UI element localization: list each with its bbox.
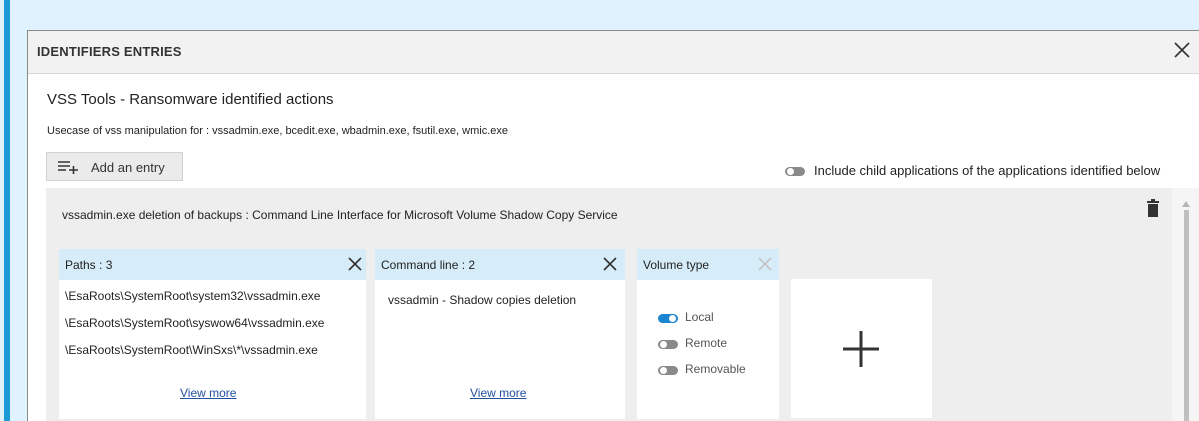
add-entry-label: Add an entry [91,160,165,175]
add-criterion-button[interactable] [791,279,932,418]
command-line-header-label: Command line : 2 [381,258,476,272]
plus-icon [843,331,879,367]
volume-removable-label: Removable [685,362,746,376]
paths-card-header: Paths : 3 [59,249,366,280]
close-icon [756,255,774,273]
paths-header-label: Paths : 3 [65,258,113,272]
close-icon[interactable] [1171,39,1193,61]
dialog-header: IDENTIFIERS ENTRIES [28,31,1199,74]
include-child-toggle[interactable] [785,167,805,176]
entry-title: vssadmin.exe deletion of backups : Comma… [62,208,618,222]
add-list-icon [58,160,78,174]
close-icon[interactable] [601,255,619,273]
volume-local-toggle[interactable] [658,314,678,323]
volume-type-header-label: Volume type [643,258,710,272]
volume-remote-toggle[interactable] [658,340,678,349]
command-line-card: Command line : 2 vssadmin - Shadow copie… [375,249,625,419]
accent-bar [4,0,10,421]
scroll-up-icon[interactable] [1182,194,1190,207]
command-line-view-more-link[interactable]: View more [470,386,526,400]
command-line-item: vssadmin - Shadow copies deletion [388,293,577,307]
dialog-title: IDENTIFIERS ENTRIES [37,44,182,59]
paths-card: Paths : 3 \EsaRoots\SystemRoot\system32\… [59,249,366,419]
command-line-card-header: Command line : 2 [375,249,625,280]
close-icon[interactable] [346,255,364,273]
identifier-name: VSS Tools - Ransomware identified action… [47,91,334,108]
path-item: \EsaRoots\SystemRoot\WinSxs\*\vssadmin.e… [65,343,318,357]
scrollbar[interactable] [1172,188,1199,421]
volume-type-card: Volume type Local Remote Removable [637,249,779,419]
identifier-description: Usecase of vss manipulation for : vssadm… [47,125,508,137]
include-child-label: Include child applications of the applic… [814,163,1161,178]
add-entry-button[interactable]: Add an entry [46,152,183,181]
path-item: \EsaRoots\SystemRoot\syswow64\vssadmin.e… [65,316,325,330]
volume-remote-label: Remote [685,336,728,350]
volume-local-label: Local [685,310,714,324]
volume-type-card-header: Volume type [637,249,779,280]
path-item: \EsaRoots\SystemRoot\system32\vssadmin.e… [65,289,321,303]
identifiers-dialog: IDENTIFIERS ENTRIES VSS Tools - Ransomwa… [27,30,1199,421]
entry-panel: vssadmin.exe deletion of backups : Comma… [46,188,1172,421]
paths-view-more-link[interactable]: View more [180,386,236,400]
trash-icon[interactable] [1146,199,1160,217]
scroll-thumb[interactable] [1184,210,1189,421]
volume-removable-toggle[interactable] [658,366,678,375]
